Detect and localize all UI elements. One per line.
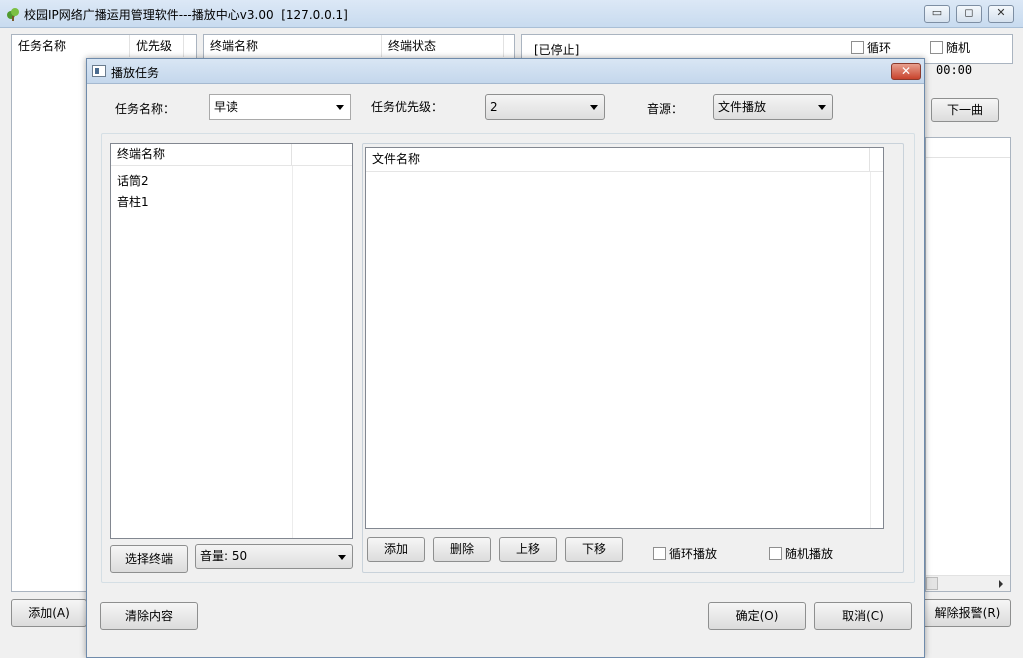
column-divider — [292, 166, 293, 538]
app-logo-icon — [7, 8, 19, 21]
source-value: 文件播放 — [718, 100, 767, 114]
add-file-button[interactable]: 添加 — [367, 537, 425, 562]
next-track-button[interactable]: 下一曲 — [931, 98, 999, 122]
priority-combo[interactable]: 2 — [485, 94, 605, 120]
random-checkbox[interactable]: 随机 — [930, 39, 970, 56]
loop-checkbox-label: 循环 — [867, 41, 892, 55]
dialog-terminal-list[interactable]: 终端名称 话筒2 音柱1 — [110, 143, 353, 539]
chevron-down-icon — [338, 555, 346, 560]
dialog-close-button[interactable]: ✕ — [891, 63, 921, 80]
play-time: 00:00 — [936, 63, 973, 77]
clear-content-button[interactable]: 清除内容 — [100, 602, 198, 630]
cancel-button[interactable]: 取消(C) — [814, 602, 912, 630]
window-title: 校园IP网络广播运用管理软件---播放中心v3.00 [127.0.0.1] — [24, 6, 348, 23]
task-name-label: 任务名称： — [115, 102, 176, 116]
task-name-column-header[interactable]: 任务名称 — [12, 35, 130, 57]
horizontal-scrollbar[interactable] — [926, 575, 1010, 591]
volume-value: 音量: 50 — [200, 549, 248, 563]
right-list-header — [926, 138, 1010, 158]
add-task-button[interactable]: 添加(A) — [11, 599, 87, 627]
list-item[interactable]: 音柱1 — [117, 193, 149, 210]
server-ip: [127.0.0.1] — [281, 8, 348, 22]
priority-value: 2 — [490, 100, 498, 114]
scrollbar-thumb[interactable] — [926, 577, 938, 590]
source-combo[interactable]: 文件播放 — [713, 94, 833, 120]
play-task-dialog: 播放任务 ✕ 任务名称： 早读 任务优先级： 2 音源： 文件播放 终端名称 话… — [86, 58, 925, 658]
select-terminal-button[interactable]: 选择终端 — [110, 545, 188, 573]
task-name-combo[interactable]: 早读 — [209, 94, 351, 120]
random-checkbox-label: 随机 — [946, 41, 971, 55]
loop-checkbox-box[interactable] — [851, 41, 864, 54]
play-status: [已停止] — [534, 43, 580, 57]
priority-label: 任务优先级： — [371, 100, 444, 114]
right-file-list[interactable] — [925, 137, 1011, 592]
task-name-value: 早读 — [214, 100, 239, 114]
loop-play-label: 循环播放 — [669, 547, 718, 561]
close-button[interactable]: ✕ — [988, 5, 1014, 23]
move-down-button[interactable]: 下移 — [565, 537, 623, 562]
volume-combo[interactable]: 音量: 50 — [195, 544, 353, 569]
file-list[interactable]: 文件名称 — [365, 147, 884, 529]
move-up-button[interactable]: 上移 — [499, 537, 557, 562]
terminal-name-header[interactable]: 终端名称 — [111, 144, 292, 165]
priority-column-header[interactable]: 优先级 — [130, 35, 184, 57]
list-item[interactable]: 话筒2 — [117, 172, 149, 189]
random-checkbox-box[interactable] — [930, 41, 943, 54]
dialog-title: 播放任务 — [111, 66, 160, 80]
ok-button[interactable]: 确定(O) — [708, 602, 806, 630]
loop-checkbox[interactable]: 循环 — [851, 39, 891, 56]
app-title: 校园IP网络广播运用管理软件---播放中心v3.00 — [24, 8, 274, 22]
loop-play-checkbox[interactable]: 循环播放 — [653, 545, 717, 562]
file-name-header[interactable]: 文件名称 — [366, 148, 870, 171]
clear-alarm-button[interactable]: 解除报警(R) — [925, 599, 1011, 627]
file-list-header: 文件名称 — [366, 148, 883, 172]
delete-file-button[interactable]: 删除 — [433, 537, 491, 562]
terminal-name-column-header[interactable]: 终端名称 — [204, 35, 382, 57]
random-play-checkbox-box[interactable] — [769, 547, 782, 560]
source-label: 音源： — [647, 102, 684, 116]
terminal-list-header: 终端名称 — [111, 144, 352, 166]
chevron-down-icon — [818, 105, 826, 110]
column-divider — [870, 172, 871, 528]
random-play-label: 随机播放 — [785, 547, 834, 561]
dialog-window-icon — [92, 65, 106, 77]
loop-play-checkbox-box[interactable] — [653, 547, 666, 560]
dialog-titlebar: 播放任务 ✕ — [87, 59, 924, 84]
maximize-button[interactable]: ◻ — [956, 5, 982, 23]
main-titlebar: 校园IP网络广播运用管理软件---播放中心v3.00 [127.0.0.1] ▭… — [0, 0, 1023, 28]
chevron-down-icon — [336, 105, 344, 110]
minimize-button[interactable]: ▭ — [924, 5, 950, 23]
chevron-down-icon — [590, 105, 598, 110]
scroll-right-arrow-icon[interactable] — [998, 580, 1004, 588]
random-play-checkbox[interactable]: 随机播放 — [769, 545, 833, 562]
terminal-status-column-header[interactable]: 终端状态 — [382, 35, 504, 57]
